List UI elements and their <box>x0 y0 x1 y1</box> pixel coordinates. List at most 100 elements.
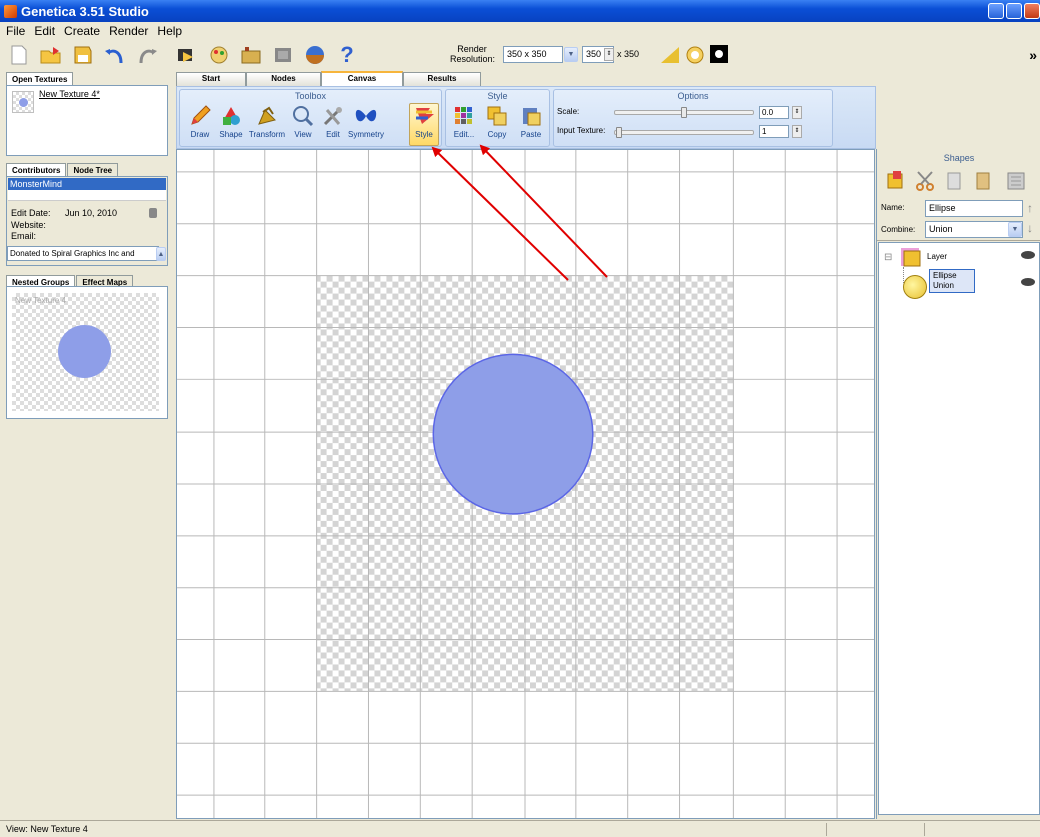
menu-file[interactable]: File <box>6 24 25 38</box>
tab-open-textures[interactable]: Open Textures <box>6 72 74 85</box>
window-title: Genetica 3.51 Studio <box>21 3 149 19</box>
move-up-icon[interactable]: ↑ <box>1027 201 1033 215</box>
undo-icon[interactable] <box>102 42 128 68</box>
seamless-icon[interactable] <box>684 45 706 65</box>
style-copy-label: Copy <box>487 130 507 139</box>
resolution-select[interactable]: 350 x 350 <box>503 46 563 63</box>
donated-scroll-arrow[interactable]: ▲ <box>156 247 166 261</box>
tree-expander[interactable]: ⊟ <box>884 252 892 263</box>
texture-thumbnail[interactable] <box>12 91 34 113</box>
symmetry-button[interactable]: Symmetry <box>348 104 384 139</box>
scale-label: Scale: <box>557 107 580 116</box>
canvas-surface[interactable] <box>177 150 874 818</box>
layer-eye-icon[interactable] <box>1021 251 1035 259</box>
save-icon[interactable] <box>70 42 96 68</box>
copy-shape-icon[interactable] <box>943 169 967 193</box>
transform-button[interactable]: Transform <box>247 104 287 139</box>
plugin-icon[interactable] <box>270 42 296 68</box>
tab-node-tree[interactable]: Node Tree <box>67 163 119 176</box>
tab-start[interactable]: Start <box>176 72 246 86</box>
draw-button[interactable]: Draw <box>185 104 215 139</box>
toolbox-title: Toolbox <box>294 91 327 101</box>
paste-shape-icon[interactable] <box>972 169 996 193</box>
shape-button[interactable]: Shape <box>216 104 246 139</box>
preview-label: New Texture 4 <box>15 296 66 305</box>
style-edit-button[interactable]: Edit... <box>449 104 479 139</box>
donated-textbox[interactable]: Donated to Spiral Graphics Inc and <box>7 246 159 261</box>
new-shape-icon[interactable] <box>885 169 909 193</box>
move-down-icon[interactable]: ↓ <box>1027 221 1033 235</box>
menu-render[interactable]: Render <box>109 24 148 38</box>
draw-label: Draw <box>190 130 210 139</box>
open-icon[interactable] <box>38 42 64 68</box>
toolbar-overflow-icon[interactable]: » <box>1029 47 1037 63</box>
layer-label[interactable]: Layer <box>927 252 947 261</box>
scale-spinner[interactable]: ⇕ <box>792 106 802 119</box>
options-title: Options <box>677 91 709 101</box>
status-bar: View: New Texture 4 <box>0 820 1040 837</box>
style-grid-icon <box>455 107 472 124</box>
input-texture-input[interactable]: 1 <box>759 125 789 138</box>
butterfly-icon <box>355 109 377 122</box>
render-icon[interactable] <box>174 42 200 68</box>
tab-results[interactable]: Results <box>403 72 481 86</box>
library-icon[interactable] <box>238 42 264 68</box>
ellipse-node-item[interactable]: Ellipse Union <box>929 269 975 293</box>
ellipse-node-name: Ellipse <box>933 271 957 280</box>
shapes-divider <box>877 240 1040 241</box>
close-button[interactable] <box>1024 3 1040 19</box>
canvas-area[interactable] <box>176 149 875 819</box>
menu-help[interactable]: Help <box>157 24 182 38</box>
alpha-icon[interactable] <box>710 45 728 63</box>
contributor-blank-row[interactable] <box>8 190 166 201</box>
palette-icon[interactable] <box>206 42 232 68</box>
view-button[interactable]: View <box>288 104 318 139</box>
shape-name-input[interactable]: Ellipse <box>925 200 1023 217</box>
status-separator <box>826 823 827 836</box>
sphere-icon[interactable] <box>302 42 328 68</box>
minimize-button[interactable] <box>988 3 1004 19</box>
window-controls <box>988 3 1040 19</box>
delete-shape-icon[interactable] <box>1005 169 1029 193</box>
style-paste-button[interactable]: Paste <box>516 104 546 139</box>
style-edit-label: Edit... <box>453 130 475 139</box>
input-texture-slider-thumb[interactable] <box>616 127 622 138</box>
height-label: x 350 <box>617 49 640 59</box>
view-label: View <box>294 130 312 139</box>
cut-icon[interactable] <box>914 169 938 193</box>
tab-contributors[interactable]: Contributors <box>6 163 67 176</box>
ellipse-shape[interactable] <box>432 353 594 515</box>
resolution-dropdown-arrow[interactable]: ▼ <box>564 47 578 62</box>
style-button[interactable]: Style <box>409 103 439 146</box>
input-texture-spinner[interactable]: ⇕ <box>792 125 802 138</box>
scale-input[interactable]: 0.0 <box>759 106 789 119</box>
edit-tool-button[interactable]: Edit <box>318 104 348 139</box>
preview-circle <box>58 325 111 378</box>
ellipse-eye-icon[interactable] <box>1021 278 1035 286</box>
maximize-button[interactable] <box>1006 3 1022 19</box>
combine-dropdown-arrow[interactable]: ▼ <box>1008 222 1022 237</box>
edit-date-label: Edit Date: <box>11 208 51 218</box>
name-label: Name: <box>881 203 905 212</box>
scale-slider-thumb[interactable] <box>681 107 687 118</box>
menu-edit[interactable]: Edit <box>34 24 55 38</box>
menu-bar: File Edit Create Render Help <box>0 22 1040 39</box>
redo-icon[interactable] <box>134 42 160 68</box>
input-texture-slider[interactable] <box>614 130 754 135</box>
open-textures-panel: New Texture 4* <box>6 85 168 156</box>
toolbox-group: Toolbox Draw Shape Transform View Edit S… <box>179 89 442 147</box>
contributor-item[interactable]: MonsterMind <box>8 178 166 190</box>
tab-nodes[interactable]: Nodes <box>246 72 321 86</box>
pin-icon[interactable] <box>149 208 157 218</box>
texture-name-link[interactable]: New Texture 4* <box>39 89 100 99</box>
tile-icon[interactable] <box>659 45 681 65</box>
menu-create[interactable]: Create <box>64 24 100 38</box>
tab-canvas[interactable]: Canvas <box>321 71 403 86</box>
style-label: Style <box>415 130 433 139</box>
width-spinner[interactable]: ⇕ <box>604 48 614 61</box>
pencil-icon <box>191 105 211 125</box>
style-copy-button[interactable]: Copy <box>482 104 512 139</box>
new-icon[interactable] <box>6 42 32 68</box>
help-icon[interactable]: ? <box>334 42 360 68</box>
nested-group-preview[interactable]: New Texture 4 <box>12 293 159 411</box>
